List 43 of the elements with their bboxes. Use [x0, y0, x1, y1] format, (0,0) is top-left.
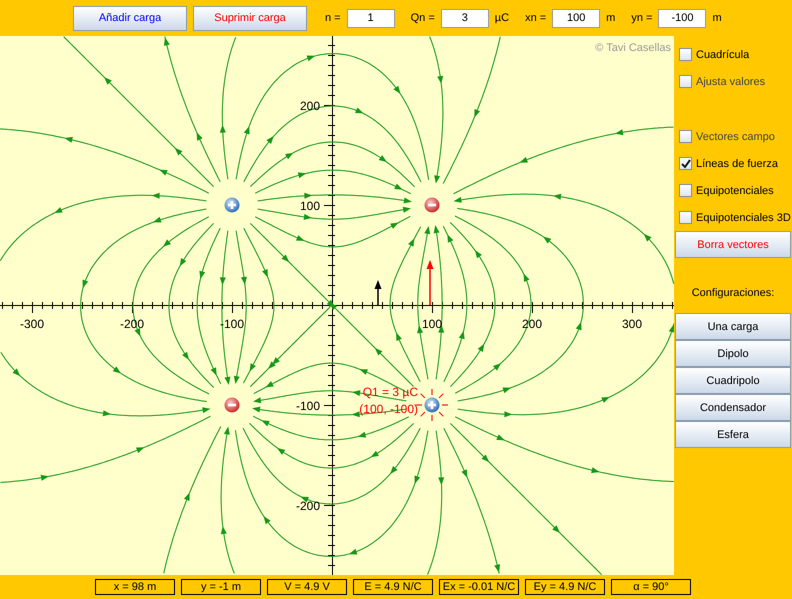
status-readout: V = 4.9 V — [267, 579, 347, 595]
y-axis-tick-label: -200 — [296, 499, 320, 513]
charge-label: (100, -100) — [359, 402, 418, 416]
y-axis-tick-label: 100 — [300, 199, 320, 213]
unit-label: m — [712, 12, 722, 24]
y-axis-tick-label: 200 — [300, 99, 320, 113]
input-field[interactable]: 3 — [440, 8, 489, 28]
status-readout: E = 4.9 N/C — [353, 579, 433, 595]
unit-label: m — [606, 12, 616, 24]
x-axis-tick-label: 300 — [622, 317, 642, 331]
status-readout: y = -1 m — [181, 579, 261, 595]
configuration-button[interactable]: Cuadripolo — [675, 367, 791, 394]
toolbar-button[interactable]: Añadir carga — [73, 6, 187, 30]
y-axis-tick-label: -100 — [296, 399, 320, 413]
configuration-button[interactable]: Condensador — [675, 394, 791, 421]
configuration-button[interactable]: Una carga — [675, 313, 791, 340]
unit-label: µC — [494, 12, 510, 24]
status-readout: α = 90° — [611, 579, 691, 595]
x-axis-tick-label: -300 — [20, 317, 44, 331]
configuration-button[interactable]: Esfera — [675, 421, 791, 448]
checkmark-icon — [680, 158, 690, 168]
configurations-label: Configuraciones: — [690, 287, 776, 301]
configuration-button[interactable]: Dipolo — [675, 340, 791, 367]
input-field[interactable]: -100 — [658, 8, 706, 28]
x-axis-tick-label: 100 — [422, 317, 442, 331]
input-field[interactable]: 1 — [346, 8, 395, 28]
checkbox-option[interactable]: Cuadrícula — [674, 41, 792, 68]
field-label: yn = — [631, 12, 652, 24]
positive-charge-icon[interactable] — [416, 388, 448, 422]
input-field[interactable]: 100 — [552, 8, 600, 28]
negative-charge-icon[interactable] — [424, 198, 440, 212]
status-readout: x = 98 m — [95, 579, 175, 595]
negative-charge-icon[interactable] — [224, 398, 240, 412]
field-label: n = — [325, 12, 341, 24]
positive-charge-icon[interactable] — [224, 198, 240, 212]
field-label: Qn = — [410, 12, 435, 24]
checkbox-option[interactable]: Líneas de fuerza — [674, 150, 792, 177]
status-readout: Ex = -0.01 N/C — [439, 579, 519, 595]
field-label: xn = — [525, 12, 546, 24]
status-readout: Ey = 4.9 N/C — [525, 579, 605, 595]
checkbox-option[interactable]: Equipotenciales 3D — [674, 204, 792, 231]
checkbox-option[interactable]: Equipotenciales — [674, 177, 792, 204]
copyright-text: © Tavi Casellas — [595, 42, 671, 54]
